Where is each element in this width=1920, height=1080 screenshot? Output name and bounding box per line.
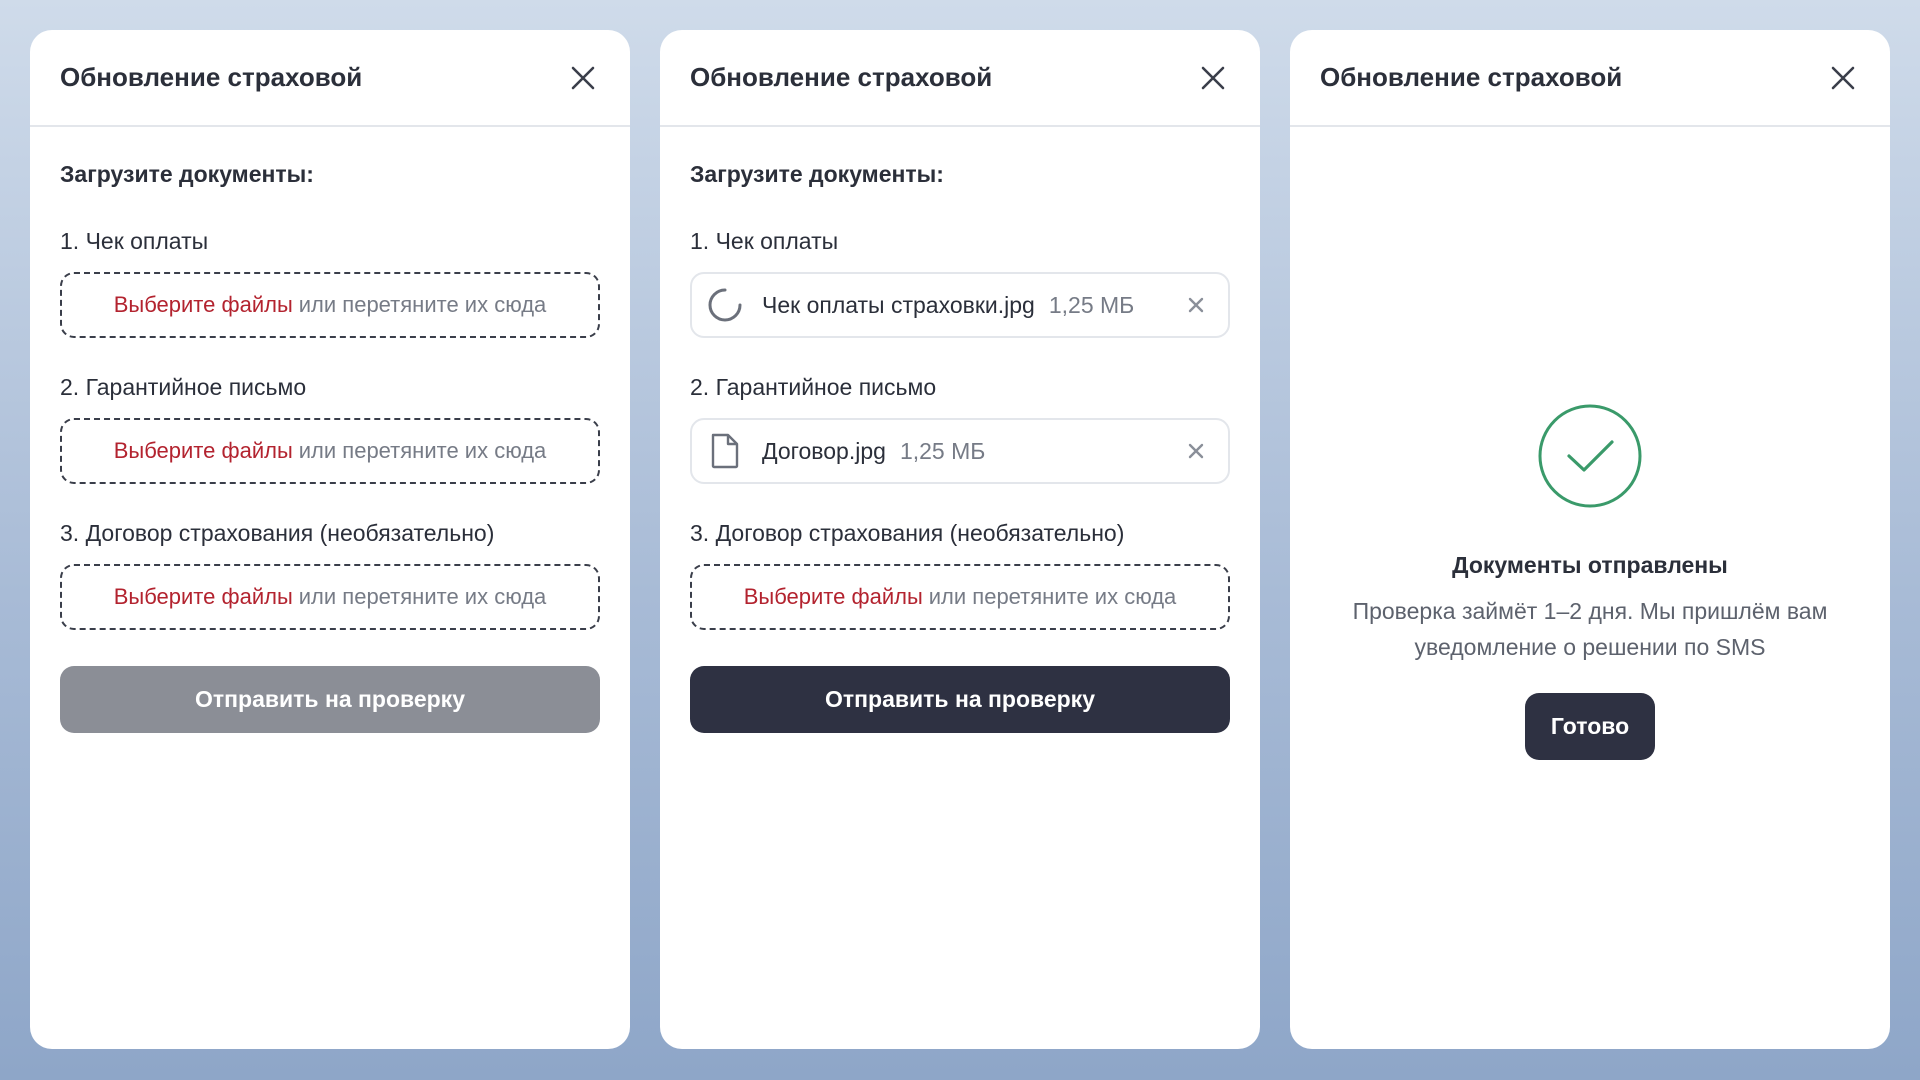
document-icon: [706, 432, 744, 470]
choose-files-link[interactable]: Выберите файлы: [744, 584, 923, 610]
section-label-insurance-contract: 3. Договор страхования (необязательно): [690, 520, 1125, 546]
file-size: 1,25 МБ: [1048, 291, 1135, 318]
dialog-body: Загрузите документы: 1. Чек оплаты Выбер…: [30, 127, 630, 733]
dialog-header: Обновление страховой: [30, 30, 630, 127]
file-size: 1,25 МБ: [899, 437, 986, 464]
remove-icon: [1188, 297, 1204, 313]
upload-heading: Загрузите документы:: [60, 161, 314, 187]
success-state: Документы отправлены Проверка займёт 1–2…: [1290, 127, 1890, 760]
close-button[interactable]: [1826, 61, 1860, 95]
upload-dialog-with-files: Обновление страховой Загрузите документы…: [660, 30, 1260, 1049]
section-label-receipt: 1. Чек оплаты: [60, 228, 209, 254]
success-message: Проверка займёт 1–2 дня. Мы пришлём вам …: [1352, 598, 1828, 660]
choose-files-link[interactable]: Выберите файлы: [114, 584, 293, 610]
close-icon: [571, 66, 595, 89]
uploading-file-item: Чек оплаты страховки.jpg 1,25 МБ: [690, 272, 1230, 338]
dialog-header: Обновление страховой: [1290, 30, 1890, 127]
dropzone-insurance-contract[interactable]: Выберите файлы или перетяните их сюда: [690, 564, 1230, 630]
choose-files-link[interactable]: Выберите файлы: [114, 438, 293, 464]
uploaded-file-item: Договор.jpg 1,25 МБ: [690, 418, 1230, 484]
close-icon: [1831, 66, 1855, 89]
dropzone-insurance-contract[interactable]: Выберите файлы или перетяните их сюда: [60, 564, 600, 630]
upload-dialog-success: Обновление страховой Документы отправлен…: [1290, 30, 1890, 1049]
dropzone-hint: или перетяните их сюда: [298, 438, 547, 463]
dialog-header: Обновление страховой: [660, 30, 1260, 127]
check-circle-icon: [1538, 404, 1642, 508]
upload-heading: Загрузите документы:: [690, 161, 944, 187]
file-name: Договор.jpg: [762, 437, 886, 464]
file-name: Чек оплаты страховки.jpg: [762, 291, 1035, 318]
close-button[interactable]: [566, 61, 600, 95]
dropzone-hint: или перетяните их сюда: [928, 584, 1177, 609]
loading-spinner-icon: [706, 286, 744, 324]
section-label-guarantee-letter: 2. Гарантийное письмо: [60, 374, 307, 400]
dialog-body: Загрузите документы: 1. Чек оплаты Чек о…: [660, 127, 1260, 733]
dropzone-hint: или перетяните их сюда: [298, 292, 547, 317]
dialog-title: Обновление страховой: [1320, 62, 1623, 92]
upload-dialog-empty: Обновление страховой Загрузите документы…: [30, 30, 630, 1049]
done-button[interactable]: Готово: [1524, 693, 1656, 760]
submit-for-review-button[interactable]: Отправить на проверку: [60, 666, 600, 733]
remove-file-button[interactable]: [1182, 291, 1210, 319]
dropzone-hint: или перетяните их сюда: [298, 584, 547, 609]
success-title: Документы отправлены: [1452, 552, 1728, 578]
submit-for-review-button[interactable]: Отправить на проверку: [690, 666, 1230, 733]
close-button[interactable]: [1196, 61, 1230, 95]
section-label-guarantee-letter: 2. Гарантийное письмо: [690, 374, 937, 400]
dialog-title: Обновление страховой: [690, 62, 993, 92]
dropzone-guarantee-letter[interactable]: Выберите файлы или перетяните их сюда: [60, 418, 600, 484]
remove-file-button[interactable]: [1182, 437, 1210, 465]
choose-files-link[interactable]: Выберите файлы: [114, 292, 293, 318]
section-label-insurance-contract: 3. Договор страхования (необязательно): [60, 520, 495, 546]
section-label-receipt: 1. Чек оплаты: [690, 228, 839, 254]
remove-icon: [1188, 443, 1204, 459]
close-icon: [1201, 66, 1225, 89]
dropzone-receipt[interactable]: Выберите файлы или перетяните их сюда: [60, 272, 600, 338]
dialog-title: Обновление страховой: [60, 62, 363, 92]
